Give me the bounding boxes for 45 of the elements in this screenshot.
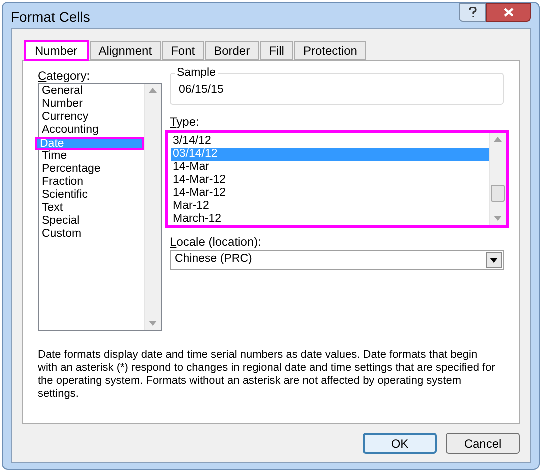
scrollbar[interactable] bbox=[144, 84, 161, 330]
tab[interactable]: Protection bbox=[294, 41, 366, 60]
category-item[interactable]: Number bbox=[39, 98, 144, 111]
type-item[interactable]: Mar-12 bbox=[171, 200, 489, 213]
type-item[interactable]: 14-Mar-12 bbox=[171, 187, 489, 200]
type-item[interactable]: 3/14/12 bbox=[171, 135, 489, 148]
type-label: Type: bbox=[170, 115, 200, 129]
dialog-button[interactable]: Cancel bbox=[446, 433, 520, 454]
description-text: Date formats display date and time serial numbers as date values. Date formats that begin with an asterisk (*) respond to changes in regional date and time settings that are specified for the operating system. Formats without an asterisk are not affected by operating system settings. bbox=[38, 349, 496, 401]
type-item[interactable]: March-12 bbox=[171, 213, 489, 226]
scroll-up-icon[interactable] bbox=[149, 88, 157, 93]
close-button[interactable] bbox=[486, 3, 531, 22]
locale-label: Locale (location): bbox=[170, 235, 262, 249]
close-icon bbox=[504, 8, 514, 17]
tab[interactable]: Fill bbox=[260, 41, 294, 60]
tab[interactable]: Border bbox=[205, 41, 260, 60]
tab[interactable]: Alignment bbox=[90, 41, 162, 60]
category-item[interactable]: Special bbox=[39, 215, 144, 228]
category-label: Category: bbox=[38, 69, 90, 83]
sample-value: 06/15/15 bbox=[179, 83, 224, 98]
tab[interactable]: Font bbox=[162, 41, 204, 60]
category-item[interactable]: Fraction bbox=[39, 176, 144, 189]
scroll-down-icon[interactable] bbox=[149, 321, 157, 326]
scrollbar[interactable] bbox=[489, 133, 506, 225]
category-item[interactable]: Accounting bbox=[39, 124, 144, 137]
locale-dropdown[interactable]: Chinese (PRC) bbox=[170, 250, 504, 270]
tab[interactable]: Number bbox=[24, 40, 89, 61]
type-item[interactable]: 14-Mar-12 bbox=[171, 174, 489, 187]
scroll-down-icon[interactable] bbox=[494, 216, 502, 221]
help-button[interactable] bbox=[459, 3, 486, 22]
category-item[interactable]: Time bbox=[39, 150, 144, 163]
category-item[interactable]: Percentage bbox=[39, 163, 144, 176]
window-title: Format Cells bbox=[11, 8, 90, 27]
type-item[interactable]: 14-Mar bbox=[171, 161, 489, 174]
category-item[interactable]: Scientific bbox=[39, 189, 144, 202]
caret-icon bbox=[490, 258, 498, 262]
help-icon bbox=[468, 7, 476, 18]
scroll-up-icon[interactable] bbox=[494, 137, 502, 142]
dropdown-button[interactable] bbox=[486, 252, 502, 268]
category-item[interactable]: Custom bbox=[39, 228, 144, 241]
category-item[interactable]: General bbox=[39, 85, 144, 98]
dialog-button[interactable]: OK bbox=[363, 433, 437, 454]
category-item[interactable]: Currency bbox=[39, 111, 144, 124]
category-item[interactable]: Text bbox=[39, 202, 144, 215]
scroll-thumb[interactable] bbox=[491, 185, 505, 202]
